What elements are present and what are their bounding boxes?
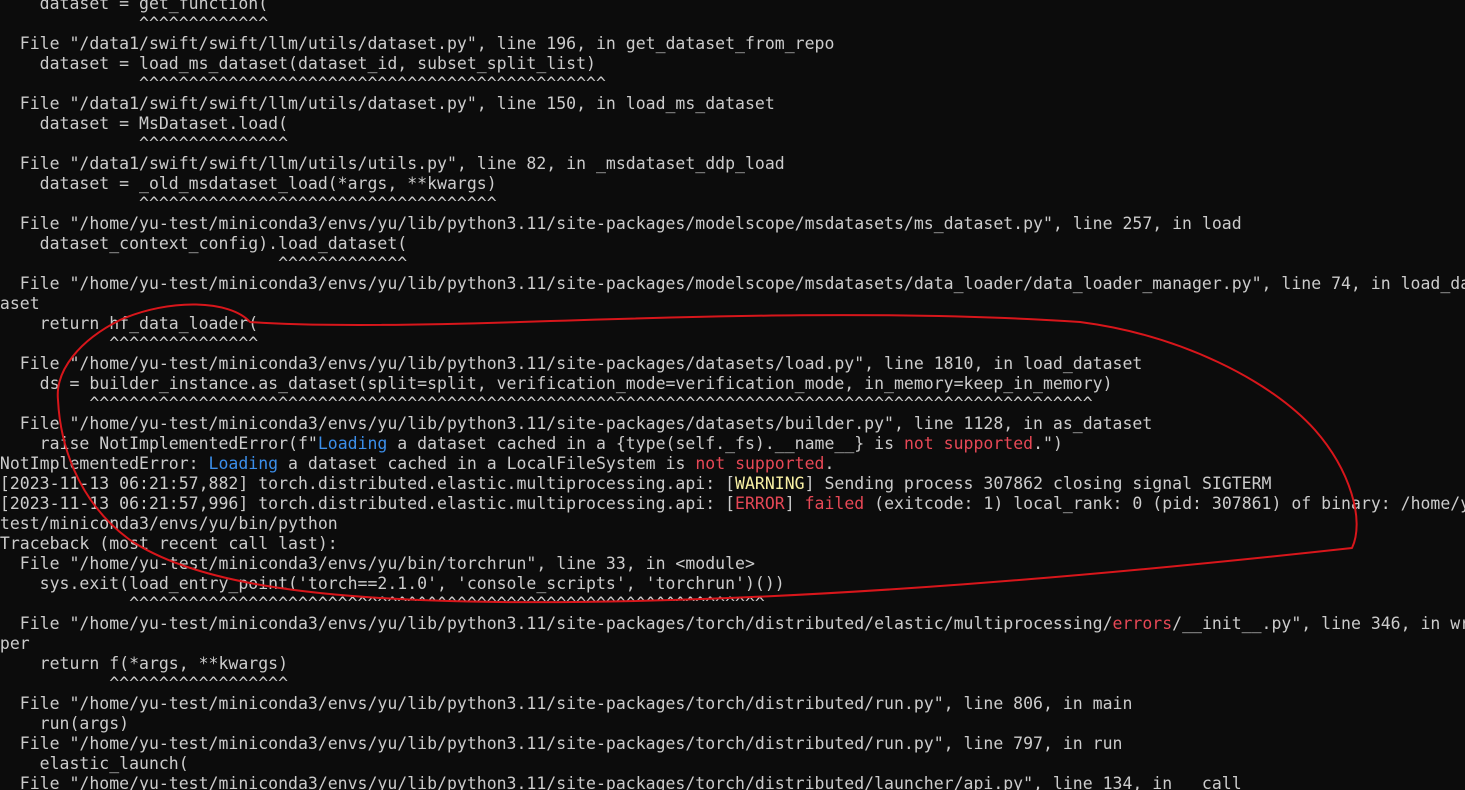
terminal-line: raise NotImplementedError(f"Loading a da… (0, 434, 1465, 454)
terminal-line: ^^^^^^^^^^^^^^^^^^^^^^^^^^^^^^^^^^^^^^^^… (0, 394, 1465, 414)
terminal-line: elastic_launch( (0, 754, 1465, 774)
text-segment: ^^^^^^^^^^^^^^^^^^^^^^^^^^^^^^^^^^^^^^^^… (0, 74, 606, 93)
terminal-line: dataset = MsDataset.load( (0, 114, 1465, 134)
text-segment: test/miniconda3/envs/yu/bin/python (0, 514, 338, 533)
text-segment: File "/data1/swift/swift/llm/utils/datas… (0, 94, 775, 113)
text-segment: dataset = MsDataset.load( (0, 114, 289, 133)
terminal-line: ^^^^^^^^^^^^^^^^^^^^^^^^^^^^^^^^^^^^ (0, 194, 1465, 214)
text-segment: ] Sending process 307862 closing signal … (804, 474, 1272, 493)
text-segment: File "/home/yu-test/miniconda3/envs/yu/l… (0, 414, 1153, 433)
text-segment: (exitcode: 1) local_rank: 0 (pid: 307861… (864, 494, 1465, 513)
text-segment: File "/home/yu-test/miniconda3/envs/yu/l… (0, 774, 1262, 790)
text-segment: aset (0, 294, 40, 313)
text-segment: ^^^^^^^^^^^^^^^^^^^^^^^^^^^^^^^^^^^^^^^^… (0, 594, 765, 613)
text-segment: ^^^^^^^^^^^^^^^^^^ (0, 674, 289, 693)
text-segment: return f(*args, **kwargs) (0, 654, 289, 673)
terminal-line: ^^^^^^^^^^^^^^^^^^^^^^^^^^^^^^^^^^^^^^^^… (0, 594, 1465, 614)
text-segment: per (0, 634, 30, 653)
highlighted-text-red: ERROR (735, 494, 785, 513)
terminal-line: ^^^^^^^^^^^^^^^^^^^^^^^^^^^^^^^^^^^^^^^^… (0, 74, 1465, 94)
text-segment: File "/home/yu-test/miniconda3/envs/yu/l… (0, 694, 1133, 713)
terminal-line: ^^^^^^^^^^^^^ (0, 14, 1465, 34)
text-segment: . (824, 454, 835, 473)
text-segment: dataset = get_function( (0, 0, 269, 13)
terminal-line: Traceback (most recent call last): (0, 534, 1465, 554)
text-segment: [2023-11-13 06:21:57,996] torch.distribu… (0, 494, 736, 513)
text-segment: ds = builder_instance.as_dataset(split=s… (0, 374, 1113, 393)
text-segment: ^^^^^^^^^^^^^^^ (0, 134, 289, 153)
text-segment: run(args) (0, 714, 130, 733)
terminal-line: [2023-11-13 06:21:57,996] torch.distribu… (0, 494, 1465, 514)
terminal-line: ^^^^^^^^^^^^^^^ (0, 134, 1465, 154)
terminal-line: ^^^^^^^^^^^^^^^ (0, 334, 1465, 354)
text-segment: raise NotImplementedError(f" (0, 434, 318, 453)
terminal-line: return hf_data_loader( (0, 314, 1465, 334)
terminal-line: File "/home/yu-test/miniconda3/envs/yu/l… (0, 214, 1465, 234)
text-segment: ] (784, 494, 805, 513)
highlighted-text-blue: Loading (208, 454, 279, 473)
text-segment: ^^^^^^^^^^^^^^^^^^^^^^^^^^^^^^^^^^^^^^^^… (0, 394, 1093, 413)
text-segment: File "/home/yu-test/miniconda3/envs/yu/b… (0, 554, 755, 573)
terminal-line: ^^^^^^^^^^^^^^^^^^ (0, 674, 1465, 694)
text-segment: File "/home/yu-test/miniconda3/envs/yu/l… (0, 354, 1143, 373)
text-segment: /__init__.py", line 346, in wrapper (1172, 614, 1465, 633)
terminal-line: dataset = _old_msdataset_load(*args, **k… (0, 174, 1465, 194)
text-segment: a dataset cached in a {type(self._fs).__… (387, 434, 904, 453)
terminal-line: dataset = load_ms_dataset(dataset_id, su… (0, 54, 1465, 74)
text-segment: File "/home/yu-test/miniconda3/envs/yu/l… (0, 734, 1123, 753)
terminal-line: dataset_context_config).load_dataset( (0, 234, 1465, 254)
text-segment: ^^^^^^^^^^^^^ (0, 14, 269, 33)
text-segment: ^^^^^^^^^^^^^^^ (0, 334, 259, 353)
terminal-line: test/miniconda3/envs/yu/bin/python (0, 514, 1465, 534)
terminal-line: File "/home/yu-test/miniconda3/envs/yu/l… (0, 354, 1465, 374)
terminal-line: File "/home/yu-test/miniconda3/envs/yu/l… (0, 274, 1465, 294)
highlighted-text-red: errors (1112, 614, 1173, 633)
terminal-line: File "/data1/swift/swift/llm/utils/utils… (0, 154, 1465, 174)
terminal-line: run(args) (0, 714, 1465, 734)
text-segment: File "/home/yu-test/miniconda3/envs/yu/l… (0, 214, 1242, 233)
text-segment: File "/data1/swift/swift/llm/utils/datas… (0, 34, 835, 53)
terminal-line: File "/data1/swift/swift/llm/utils/datas… (0, 34, 1465, 54)
terminal-line: File "/home/yu-test/miniconda3/envs/yu/l… (0, 734, 1465, 754)
text-segment: elastic_launch( (0, 754, 189, 773)
text-segment: File "/data1/swift/swift/llm/utils/utils… (0, 154, 785, 173)
terminal-line: File "/data1/swift/swift/llm/utils/datas… (0, 94, 1465, 114)
text-segment: NotImplementedError: (0, 454, 209, 473)
terminal-line: File "/home/yu-test/miniconda3/envs/yu/l… (0, 614, 1465, 634)
terminal-line: File "/home/yu-test/miniconda3/envs/yu/b… (0, 554, 1465, 574)
text-segment: dataset_context_config).load_dataset( (0, 234, 408, 253)
highlighted-text-red: not supported (695, 454, 825, 473)
text-segment: File "/home/yu-test/miniconda3/envs/yu/l… (0, 274, 1465, 293)
text-segment: File "/home/yu-test/miniconda3/envs/yu/l… (0, 614, 1113, 633)
text-segment: [2023-11-13 06:21:57,882] torch.distribu… (0, 474, 736, 493)
highlighted-text-yellow: WARNING (735, 474, 805, 493)
terminal-line: File "/home/yu-test/miniconda3/envs/yu/l… (0, 694, 1465, 714)
highlighted-text-red: failed (804, 494, 865, 513)
terminal-output: dataset = get_function( ^^^^^^^^^^^^^ Fi… (0, 0, 1465, 790)
text-segment: dataset = load_ms_dataset(dataset_id, su… (0, 54, 596, 73)
terminal-line: File "/home/yu-test/miniconda3/envs/yu/l… (0, 414, 1465, 434)
text-segment: ^^^^^^^^^^^^^^^^^^^^^^^^^^^^^^^^^^^^ (0, 194, 497, 213)
terminal-line: dataset = get_function( (0, 0, 1465, 14)
terminal-line: [2023-11-13 06:21:57,882] torch.distribu… (0, 474, 1465, 494)
text-segment: return hf_data_loader( (0, 314, 259, 333)
terminal-line: ^^^^^^^^^^^^^ (0, 254, 1465, 274)
terminal-line: ds = builder_instance.as_dataset(split=s… (0, 374, 1465, 394)
terminal-line: NotImplementedError: Loading a dataset c… (0, 454, 1465, 474)
terminal-line: return f(*args, **kwargs) (0, 654, 1465, 674)
text-segment: dataset = _old_msdataset_load(*args, **k… (0, 174, 497, 193)
highlighted-text-red: not supported (903, 434, 1034, 453)
terminal-line: per (0, 634, 1465, 654)
highlighted-text-blue: Loading (317, 434, 388, 453)
terminal-window[interactable]: dataset = get_function( ^^^^^^^^^^^^^ Fi… (0, 0, 1465, 790)
text-segment: .") (1033, 434, 1063, 453)
text-segment: a dataset cached in a LocalFileSystem is (278, 454, 696, 473)
text-segment: ^^^^^^^^^^^^^ (0, 254, 408, 273)
terminal-line: aset (0, 294, 1465, 314)
terminal-line: sys.exit(load_entry_point('torch==2.1.0'… (0, 574, 1465, 594)
text-segment: sys.exit(load_entry_point('torch==2.1.0'… (0, 574, 785, 593)
text-segment: Traceback (most recent call last): (0, 534, 338, 553)
terminal-line: File "/home/yu-test/miniconda3/envs/yu/l… (0, 774, 1465, 790)
